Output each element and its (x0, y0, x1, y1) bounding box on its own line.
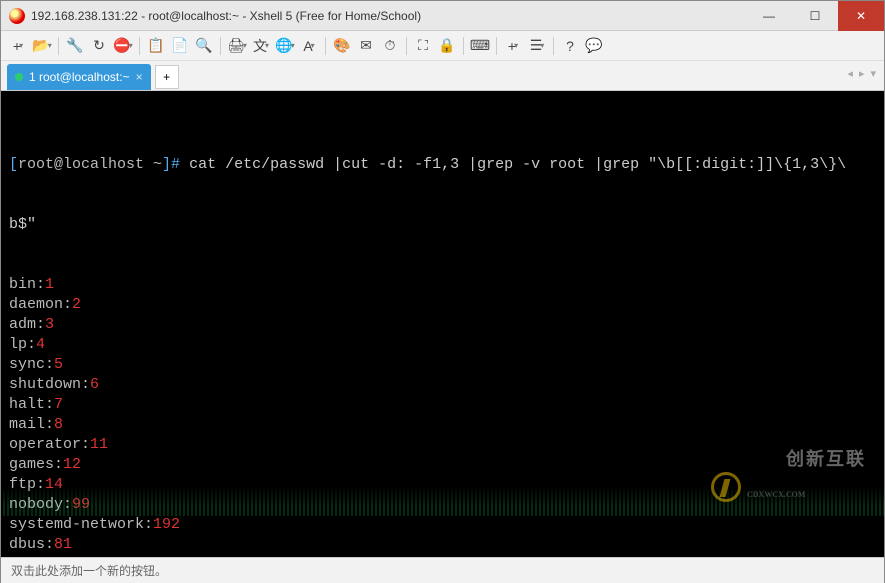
tab-menu-icon[interactable]: ▾ (870, 67, 876, 80)
open-icon[interactable]: 📂▾ (31, 35, 53, 57)
session-tab[interactable]: 1 root@localhost:~ × (7, 64, 151, 90)
find-icon[interactable]: 🔍 (193, 35, 215, 57)
font-icon[interactable]: A▾ (298, 35, 320, 57)
watermark: 创新互联 CDXWCX.COM (711, 429, 866, 545)
output-line: polkitd:999 (9, 555, 876, 557)
scroll-left-icon[interactable]: ◂ (847, 67, 853, 80)
output-line: lp:4 (9, 335, 876, 355)
output-line: halt:7 (9, 395, 876, 415)
status-hint: 双击此处添加一个新的按钮。 (11, 562, 167, 579)
separator (496, 37, 497, 55)
help-icon[interactable]: ? (559, 35, 581, 57)
separator (553, 37, 554, 55)
close-button[interactable]: ✕ (838, 1, 884, 31)
watermark-logo-icon (711, 472, 741, 502)
toolbar: +▾ 📂▾ 🔧 ↻ ⛔▾ 📋 📄 🔍 🖨▾ 文▾ 🌐▾ A▾ 🎨 ✉ ⏱ ⛶ 🔒… (1, 31, 884, 61)
tab-bar: 1 root@localhost:~ × + ◂ ▸ ▾ (1, 61, 884, 91)
fullscreen-icon[interactable]: ⛶ (412, 35, 434, 57)
window-title: 192.168.238.131:22 - root@localhost:~ - … (31, 9, 746, 23)
paste-icon[interactable]: 📄 (169, 35, 191, 57)
output-line: bin:1 (9, 275, 876, 295)
separator (58, 37, 59, 55)
output-line: daemon:2 (9, 295, 876, 315)
compose-icon[interactable]: ✉ (355, 35, 377, 57)
separator (220, 37, 221, 55)
copy-icon[interactable]: 📋 (145, 35, 167, 57)
watermark-sub: CDXWCX.COM (747, 485, 866, 505)
output-line: sync:5 (9, 355, 876, 375)
print-icon[interactable]: 🖨▾ (226, 35, 248, 57)
encoding-icon[interactable]: 文▾ (250, 35, 272, 57)
new-session-icon[interactable]: +▾ (7, 35, 29, 57)
list-icon[interactable]: ☰▾ (526, 35, 548, 57)
separator (406, 37, 407, 55)
clock-icon[interactable]: ⏱ (379, 35, 401, 57)
add-button-icon[interactable]: +▾ (502, 35, 524, 57)
status-dot-icon (15, 73, 23, 81)
minimize-button[interactable]: — (746, 1, 792, 31)
maximize-button[interactable]: ☐ (792, 1, 838, 31)
separator (463, 37, 464, 55)
watermark-text: 创新互联 (786, 449, 866, 469)
separator (139, 37, 140, 55)
chat-icon[interactable]: 💬 (583, 35, 605, 57)
keyboard-icon[interactable]: ⌨ (469, 35, 491, 57)
scroll-right-icon[interactable]: ▸ (859, 67, 865, 80)
output-line: shutdown:6 (9, 375, 876, 395)
color-icon[interactable]: 🎨 (331, 35, 353, 57)
tab-label: 1 root@localhost:~ (29, 70, 130, 84)
tab-scroll: ◂ ▸ ▾ (847, 67, 876, 80)
globe-icon[interactable]: 🌐▾ (274, 35, 296, 57)
titlebar: 192.168.238.131:22 - root@localhost:~ - … (1, 1, 884, 31)
terminal[interactable]: [root@localhost ~]# cat /etc/passwd |cut… (1, 91, 884, 557)
reconnect-icon[interactable]: ↻ (88, 35, 110, 57)
new-tab-button[interactable]: + (155, 65, 179, 89)
app-icon (9, 8, 25, 24)
status-bar[interactable]: 双击此处添加一个新的按钮。 (1, 557, 884, 583)
separator (325, 37, 326, 55)
tab-close-icon[interactable]: × (136, 70, 143, 84)
properties-icon[interactable]: 🔧 (64, 35, 86, 57)
disconnect-icon[interactable]: ⛔▾ (112, 35, 134, 57)
output-line: adm:3 (9, 315, 876, 335)
lock-icon[interactable]: 🔒 (436, 35, 458, 57)
